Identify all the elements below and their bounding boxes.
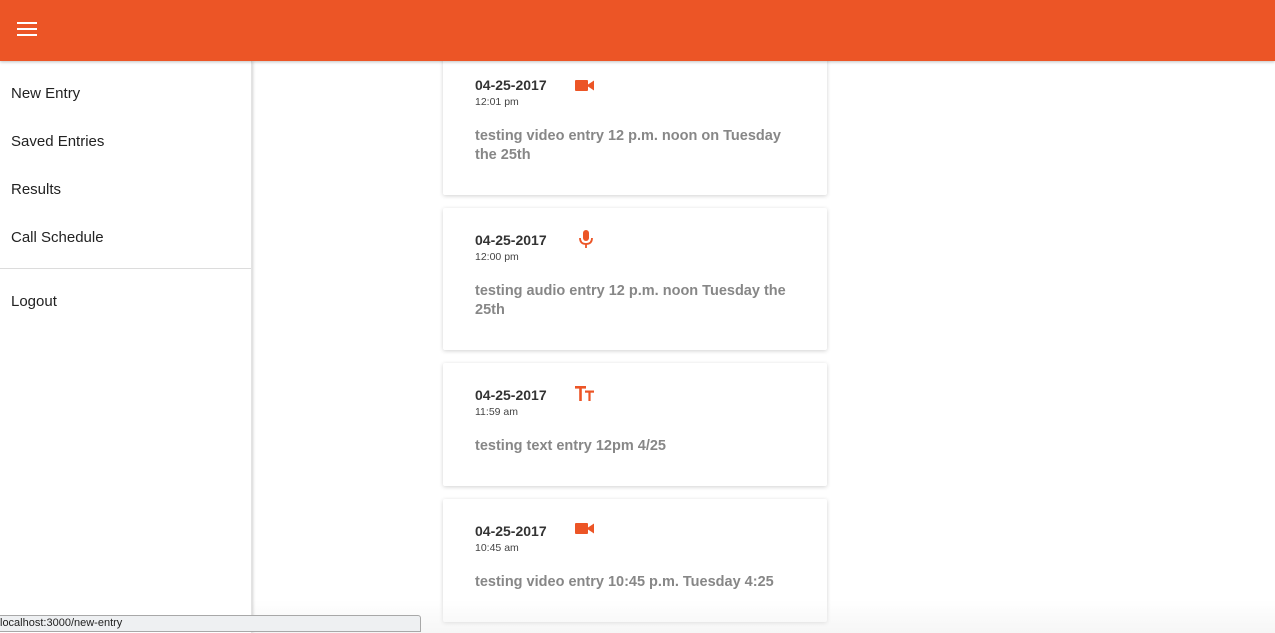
entry-card[interactable]: 04-25-2017 11:59 am testing text entry 1… xyxy=(443,363,827,486)
entry-text: testing text entry 12pm 4/25 xyxy=(475,438,666,454)
nav-item-logout[interactable]: Logout xyxy=(0,281,251,321)
entry-card[interactable]: 04-25-2017 10:45 am testing video entry … xyxy=(443,499,827,622)
entry-time: 11:59 am xyxy=(475,406,518,418)
browser-status-url: localhost:3000/new-entry xyxy=(0,615,421,632)
nav-item-new-entry[interactable]: New Entry xyxy=(0,73,251,113)
nav-item-results[interactable]: Results xyxy=(0,169,251,209)
entry-date: 04-25-2017 xyxy=(475,77,547,93)
video-camera-icon xyxy=(575,523,594,534)
nav-item-saved-entries[interactable]: Saved Entries xyxy=(0,121,251,161)
entry-time: 12:00 pm xyxy=(475,251,519,263)
entry-card[interactable]: 04-25-2017 12:01 pm testing video entry … xyxy=(443,56,827,195)
entry-date: 04-25-2017 xyxy=(475,387,547,403)
entry-date: 04-25-2017 xyxy=(475,232,547,248)
entry-time: 12:01 pm xyxy=(475,96,519,108)
entry-date: 04-25-2017 xyxy=(475,523,547,539)
entry-text: testing video entry 10:45 p.m. Tuesday 4… xyxy=(475,574,774,590)
app-bar xyxy=(0,0,1275,61)
nav-item-call-schedule[interactable]: Call Schedule xyxy=(0,217,251,257)
video-camera-icon xyxy=(575,80,594,91)
text-size-icon xyxy=(575,386,594,401)
entry-time: 10:45 am xyxy=(475,542,519,554)
navigation-drawer: New Entry Saved Entries Results Call Sch… xyxy=(0,61,252,633)
entry-text: testing video entry 12 p.m. noon on Tues… xyxy=(475,128,781,163)
entry-card[interactable]: 04-25-2017 12:00 pm testing audio entry … xyxy=(443,208,827,350)
entry-text: testing audio entry 12 p.m. noon Tuesday… xyxy=(475,283,786,318)
nav-divider xyxy=(0,268,251,269)
microphone-icon xyxy=(579,230,593,248)
hamburger-menu-icon[interactable] xyxy=(17,22,37,38)
